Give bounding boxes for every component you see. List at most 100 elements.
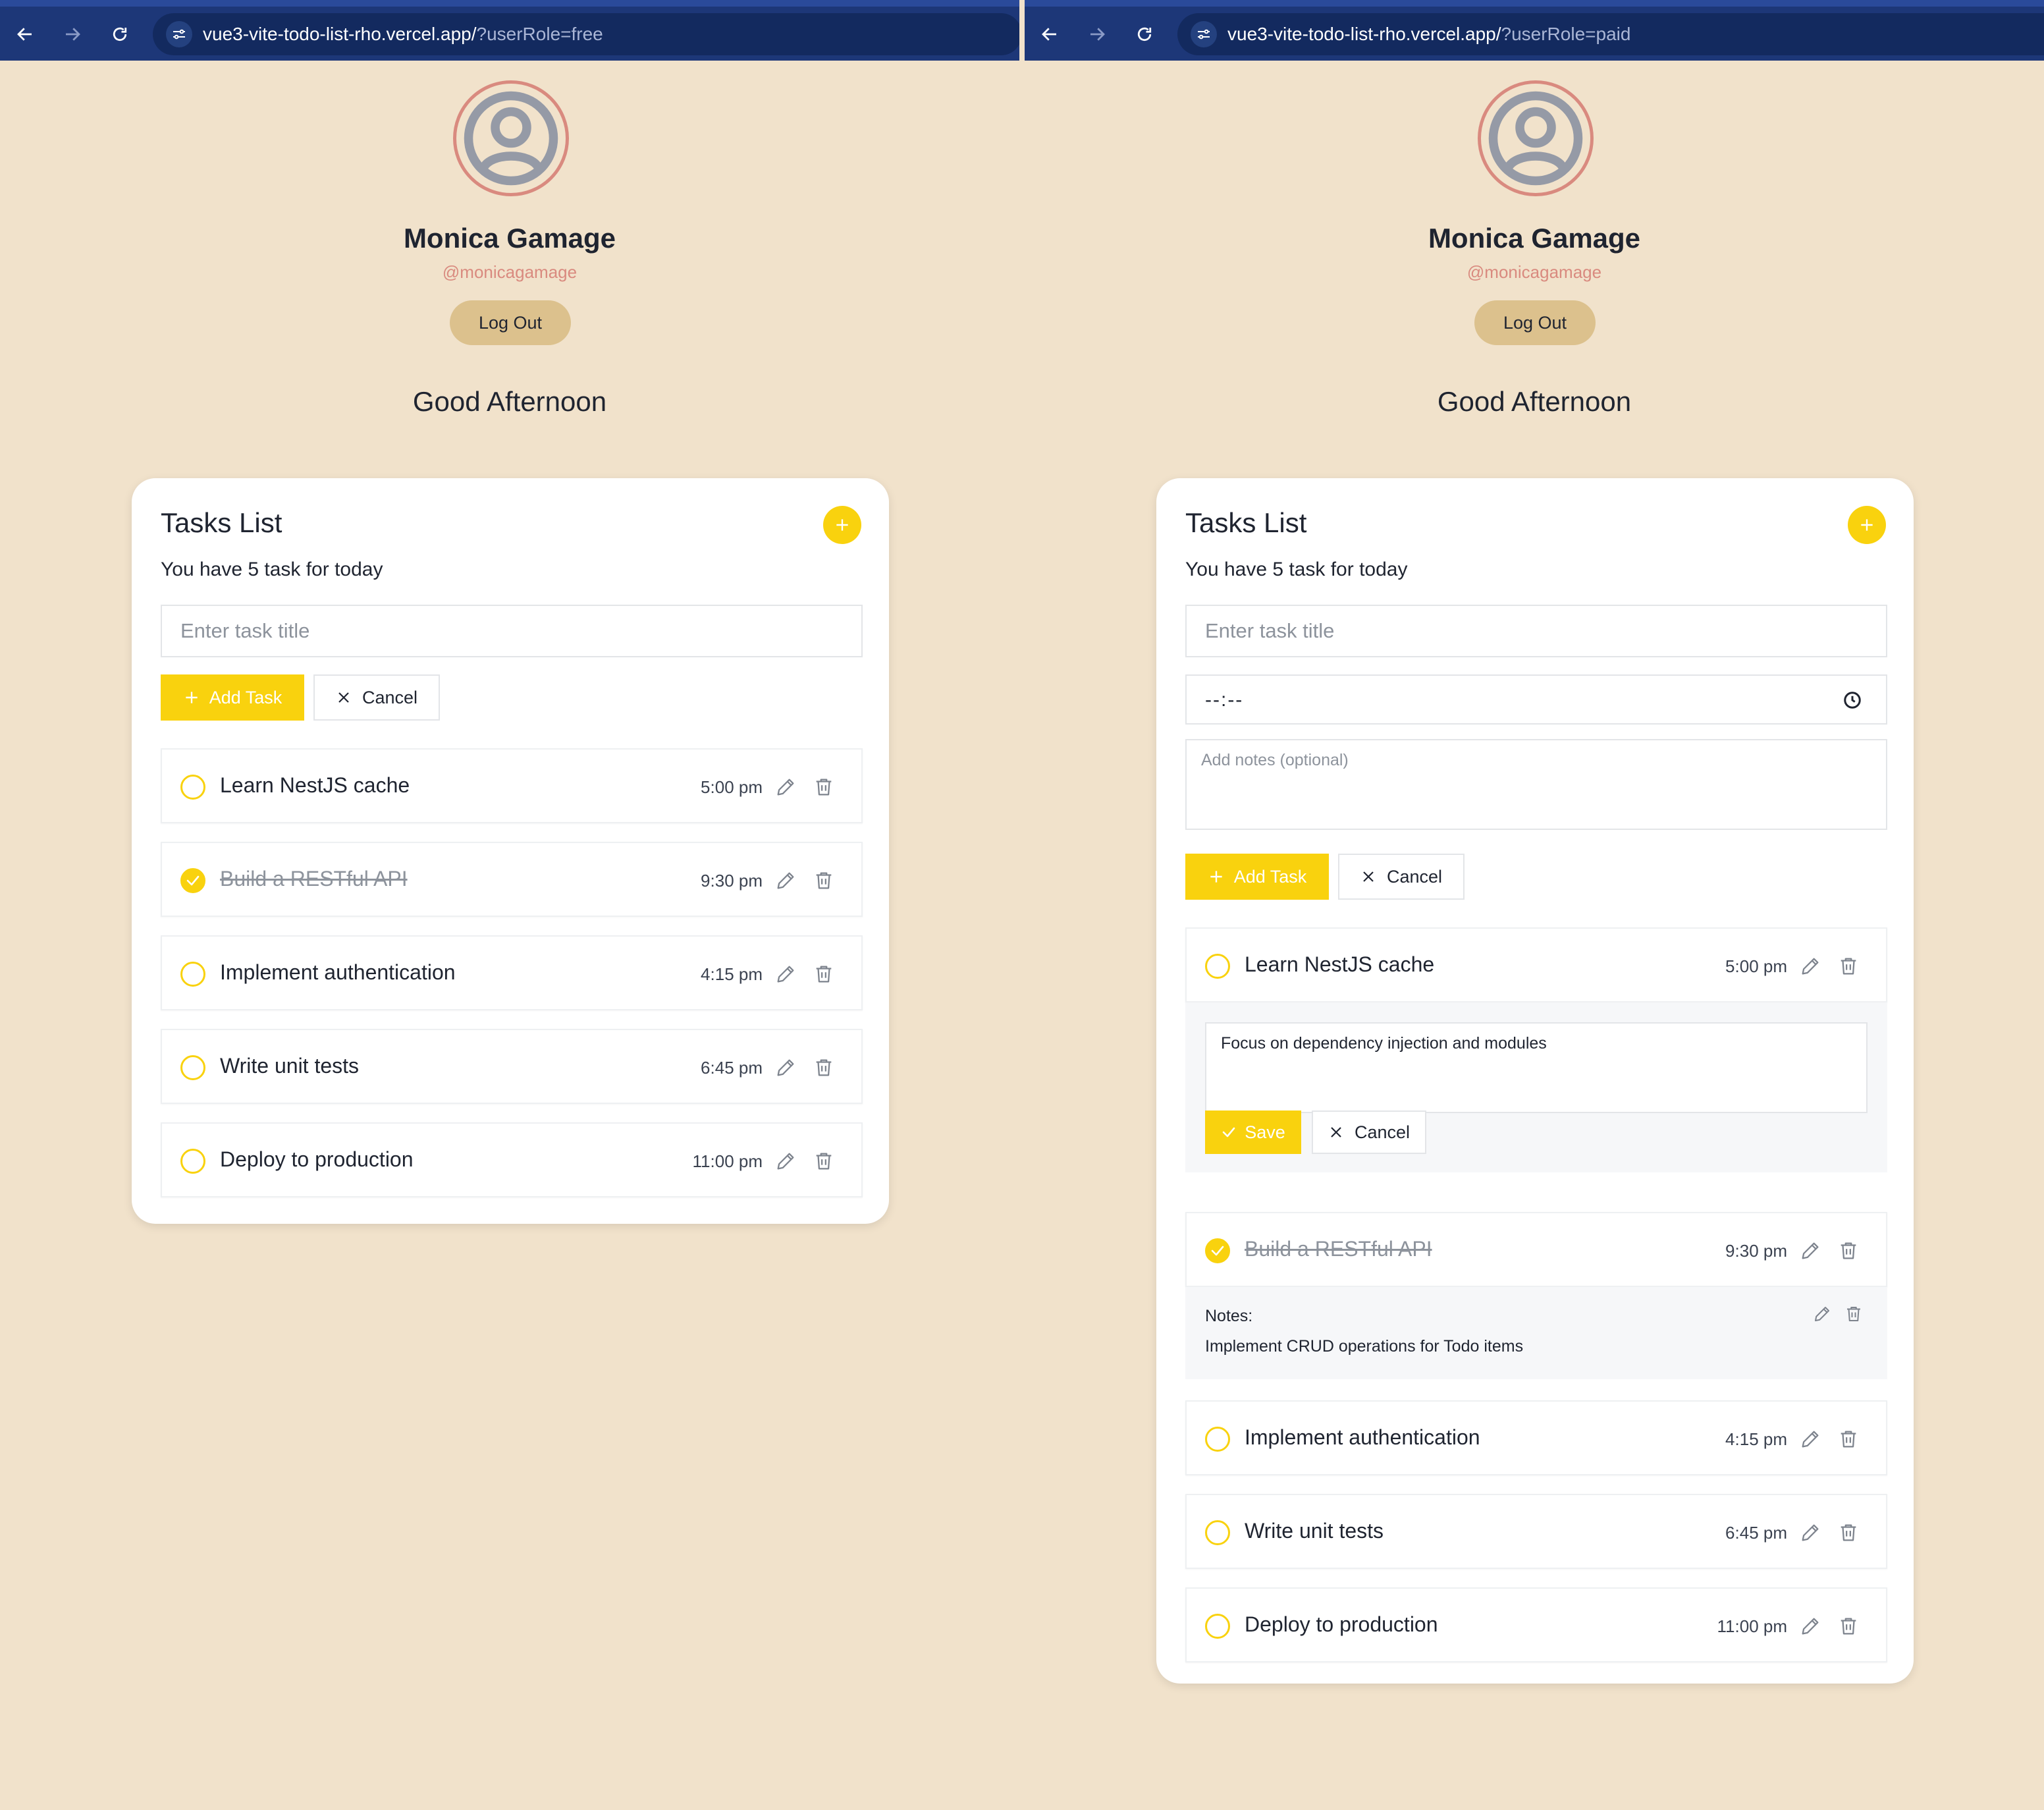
- task-title: Deploy to production: [1245, 1612, 1438, 1636]
- cancel-button[interactable]: Cancel: [1338, 854, 1465, 900]
- task-notes-input[interactable]: [1185, 739, 1887, 830]
- clock-icon[interactable]: [1842, 690, 1862, 710]
- task-row[interactable]: Deploy to production 11:00 pm: [1185, 1587, 1887, 1662]
- close-icon: [336, 690, 352, 705]
- task-row[interactable]: Implement authentication 4:15 pm: [161, 935, 863, 1010]
- cancel-edit-label: Cancel: [1354, 1122, 1411, 1142]
- add-task-fab[interactable]: [1848, 506, 1886, 544]
- task-checkbox[interactable]: [1205, 1614, 1230, 1639]
- logout-button[interactable]: Log Out: [450, 300, 571, 345]
- cancel-button[interactable]: Cancel: [313, 674, 440, 721]
- reload-icon[interactable]: [107, 21, 133, 47]
- forward-icon[interactable]: [1084, 21, 1110, 47]
- task-checkbox[interactable]: [180, 962, 205, 987]
- task-row[interactable]: Implement authentication 4:15 pm: [1185, 1400, 1887, 1475]
- forward-icon[interactable]: [59, 21, 86, 47]
- user-circle-icon: [1488, 91, 1583, 186]
- task-checkbox[interactable]: [1205, 1427, 1230, 1452]
- notes-edit-panel: Save Cancel: [1185, 1002, 1887, 1172]
- cancel-edit-button[interactable]: Cancel: [1312, 1111, 1426, 1154]
- task-time-input[interactable]: --:--: [1185, 674, 1887, 725]
- url-text: vue3-vite-todo-list-rho.vercel.app/?user…: [1227, 24, 1631, 44]
- pencil-icon[interactable]: [1799, 1615, 1821, 1637]
- card-title: Tasks List: [1185, 507, 1307, 538]
- task-time: 4:15 pm: [1725, 1429, 1787, 1449]
- trash-icon[interactable]: [813, 1056, 835, 1079]
- task-title: Build a RESTful API: [220, 867, 408, 891]
- trash-icon[interactable]: [813, 869, 835, 892]
- notes-input-wrap: [1185, 739, 1887, 830]
- logout-button[interactable]: Log Out: [1474, 300, 1596, 345]
- plus-icon: [183, 689, 200, 706]
- task-checkbox[interactable]: [180, 775, 205, 800]
- pencil-icon[interactable]: [774, 1056, 797, 1079]
- pencil-icon[interactable]: [774, 776, 797, 798]
- check-icon: [185, 873, 201, 889]
- notes-text: Implement CRUD operations for Todo items: [1205, 1337, 1524, 1356]
- pencil-icon[interactable]: [1799, 955, 1821, 977]
- task-title-input[interactable]: [161, 605, 863, 657]
- task-row[interactable]: Learn NestJS cache 5:00 pm: [1185, 927, 1887, 1002]
- task-checkbox-checked[interactable]: [180, 868, 205, 893]
- address-bar[interactable]: vue3-vite-todo-list-rho.vercel.app/?user…: [1177, 13, 2044, 55]
- user-name: Monica Gamage: [1428, 223, 1641, 254]
- back-icon[interactable]: [1036, 21, 1063, 47]
- plus-icon: [1208, 868, 1225, 885]
- avatar: [453, 80, 569, 196]
- browser-toolbar: vue3-vite-todo-list-rho.vercel.app/?user…: [1025, 0, 2044, 61]
- add-task-label: Add Task: [209, 687, 282, 707]
- user-circle-icon: [464, 91, 558, 186]
- trash-icon[interactable]: [1837, 955, 1860, 977]
- task-checkbox[interactable]: [1205, 954, 1230, 979]
- trash-icon[interactable]: [813, 1150, 835, 1172]
- trash-icon[interactable]: [1837, 1522, 1860, 1544]
- pencil-icon[interactable]: [1799, 1240, 1821, 1262]
- add-task-button[interactable]: Add Task: [161, 674, 304, 721]
- site-settings-icon[interactable]: [166, 21, 192, 47]
- pencil-icon[interactable]: [1812, 1304, 1832, 1324]
- pencil-icon[interactable]: [1799, 1428, 1821, 1450]
- task-row[interactable]: Write unit tests 6:45 pm: [1185, 1494, 1887, 1569]
- trash-icon[interactable]: [813, 963, 835, 985]
- task-row[interactable]: Build a RESTful API 9:30 pm: [161, 842, 863, 917]
- avatar: [1478, 80, 1594, 196]
- plus-icon: [834, 516, 851, 534]
- task-row[interactable]: Deploy to production 11:00 pm: [161, 1122, 863, 1197]
- notes-panel: Notes: Implement CRUD operations for Tod…: [1185, 1287, 1887, 1379]
- task-checkbox[interactable]: [180, 1055, 205, 1080]
- cancel-label: Cancel: [1386, 866, 1443, 887]
- greeting: Good Afternoon: [412, 386, 607, 417]
- notes-label: Notes:: [1205, 1307, 1253, 1325]
- task-row[interactable]: Build a RESTful API 9:30 pm: [1185, 1212, 1887, 1287]
- task-checkbox[interactable]: [1205, 1520, 1230, 1545]
- task-title: Implement authentication: [220, 960, 456, 984]
- trash-icon[interactable]: [1837, 1428, 1860, 1450]
- trash-icon[interactable]: [813, 776, 835, 798]
- user-name: Monica Gamage: [403, 223, 616, 254]
- pencil-icon[interactable]: [1799, 1522, 1821, 1544]
- reload-icon[interactable]: [1131, 21, 1158, 47]
- pencil-icon[interactable]: [774, 1150, 797, 1172]
- notes-edit-input[interactable]: [1205, 1022, 1868, 1113]
- site-settings-icon[interactable]: [1191, 21, 1217, 47]
- task-checkbox[interactable]: [180, 1149, 205, 1174]
- trash-icon[interactable]: [1844, 1304, 1864, 1324]
- task-title-input[interactable]: [1185, 605, 1887, 657]
- task-count: You have 5 task for today: [1185, 559, 1408, 580]
- back-icon[interactable]: [12, 21, 38, 47]
- pencil-icon[interactable]: [774, 963, 797, 985]
- user-handle: @monicagamage: [1466, 262, 1602, 282]
- trash-icon[interactable]: [1837, 1615, 1860, 1637]
- task-title: Write unit tests: [220, 1054, 360, 1078]
- trash-icon[interactable]: [1837, 1240, 1860, 1262]
- paid-user-window: vue3-vite-todo-list-rho.vercel.app/?user…: [1025, 0, 2044, 1810]
- save-button[interactable]: Save: [1205, 1111, 1301, 1154]
- task-row[interactable]: Learn NestJS cache 5:00 pm: [161, 748, 863, 823]
- address-bar[interactable]: vue3-vite-todo-list-rho.vercel.app/?user…: [153, 13, 1019, 55]
- add-task-fab[interactable]: [823, 506, 861, 544]
- task-row[interactable]: Write unit tests 6:45 pm: [161, 1029, 863, 1104]
- pencil-icon[interactable]: [774, 869, 797, 892]
- task-checkbox-checked[interactable]: [1205, 1238, 1230, 1263]
- add-task-button[interactable]: Add Task: [1185, 854, 1329, 900]
- task-title: Write unit tests: [1245, 1519, 1384, 1543]
